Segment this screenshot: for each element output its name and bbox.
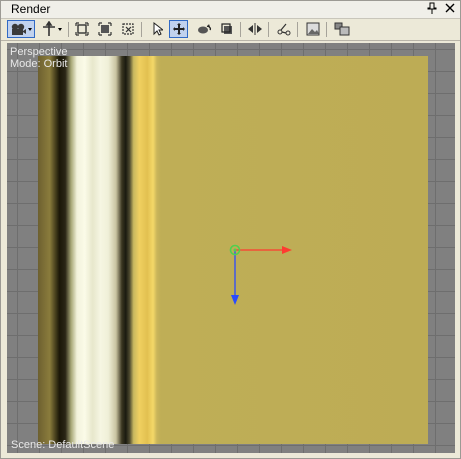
zoom-extents-icon	[74, 22, 89, 36]
panel-title: Render	[11, 2, 51, 16]
zoom-selected-button[interactable]	[95, 20, 114, 38]
toolbar-separator	[240, 22, 241, 37]
move-button[interactable]	[169, 20, 188, 38]
mirror-button[interactable]	[245, 20, 264, 38]
bone-icon	[277, 23, 290, 36]
zoom-region-button[interactable]	[118, 20, 137, 38]
3d-viewport[interactable]: Perspective Mode: Orbit Scene: DefaultSc…	[7, 43, 455, 453]
navigate-button[interactable]	[39, 20, 65, 38]
x-axis-arrow	[282, 246, 292, 254]
bone-button[interactable]	[274, 20, 293, 38]
zoom-selected-icon	[97, 22, 112, 36]
toolbar-separator	[141, 22, 142, 37]
title-bar: Render	[1, 1, 460, 19]
render-image-icon	[306, 22, 319, 36]
select-arrow-icon	[153, 22, 163, 36]
scale-icon	[220, 23, 232, 34]
toolbar-separator	[268, 22, 269, 37]
render-panel: Render Perspective Mode: Orbit Scene: De…	[0, 0, 461, 459]
move-icon	[172, 23, 185, 35]
y-axis-arrow	[231, 295, 239, 305]
move-gizmo[interactable]	[7, 43, 455, 453]
layout-button[interactable]	[332, 20, 351, 38]
layout-icon	[334, 22, 349, 36]
camera-button[interactable]	[7, 20, 35, 38]
rotate-button[interactable]	[194, 20, 213, 38]
scale-button[interactable]	[217, 20, 236, 38]
toolbar-separator	[68, 22, 69, 37]
toolbar-separator	[297, 22, 298, 37]
render-image-button[interactable]	[303, 20, 322, 38]
navigate-icon	[43, 21, 62, 36]
toolbar-separator	[326, 22, 327, 37]
zoom-extents-button[interactable]	[72, 20, 91, 38]
pin-icon[interactable]	[427, 2, 437, 17]
rotate-icon	[197, 24, 211, 34]
viewport-toolbar	[1, 19, 460, 41]
select-button[interactable]	[147, 20, 166, 38]
zoom-region-icon	[121, 23, 134, 35]
close-icon[interactable]	[445, 1, 455, 18]
mirror-icon	[247, 23, 262, 35]
camera-icon	[11, 23, 32, 35]
